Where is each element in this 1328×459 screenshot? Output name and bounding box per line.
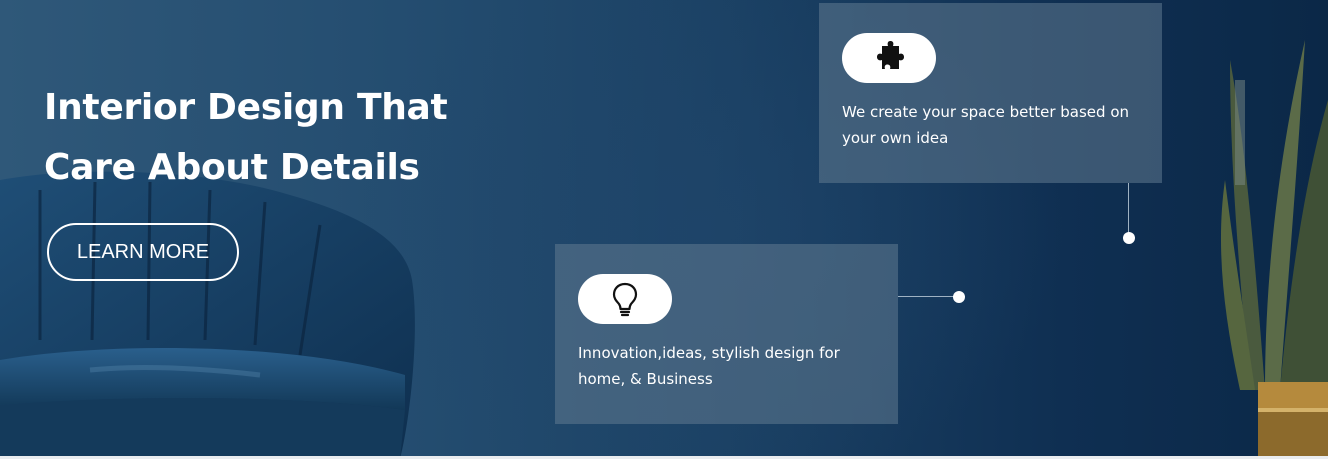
- connector-line: [898, 296, 958, 297]
- feature-text: We create your space better based on you…: [842, 103, 1130, 147]
- learn-more-button[interactable]: LEARN MORE: [47, 223, 239, 281]
- headline-line-2: Care About Details: [44, 147, 420, 188]
- plant-image: [1220, 40, 1328, 459]
- feature-card-innovation: Innovation,ideas, stylish design for hom…: [555, 244, 898, 424]
- connector-line: [1128, 183, 1129, 237]
- hotspot-dot[interactable]: [953, 291, 965, 303]
- feature-text: Innovation,ideas, stylish design for hom…: [578, 344, 840, 388]
- lightbulb-icon: [612, 282, 638, 317]
- puzzle-icon: [877, 41, 904, 69]
- hotspot-dot[interactable]: [1123, 232, 1135, 244]
- feature-card-idea: We create your space better based on you…: [819, 3, 1162, 183]
- headline-line-1: Interior Design That: [44, 87, 448, 128]
- feature-icon-badge: [578, 274, 672, 324]
- hero-section: Interior Design That Care About Details …: [0, 0, 1328, 459]
- hero-headline: Interior Design That Care About Details: [44, 78, 504, 198]
- armchair-image: [0, 171, 415, 459]
- feature-icon-badge: [842, 33, 936, 83]
